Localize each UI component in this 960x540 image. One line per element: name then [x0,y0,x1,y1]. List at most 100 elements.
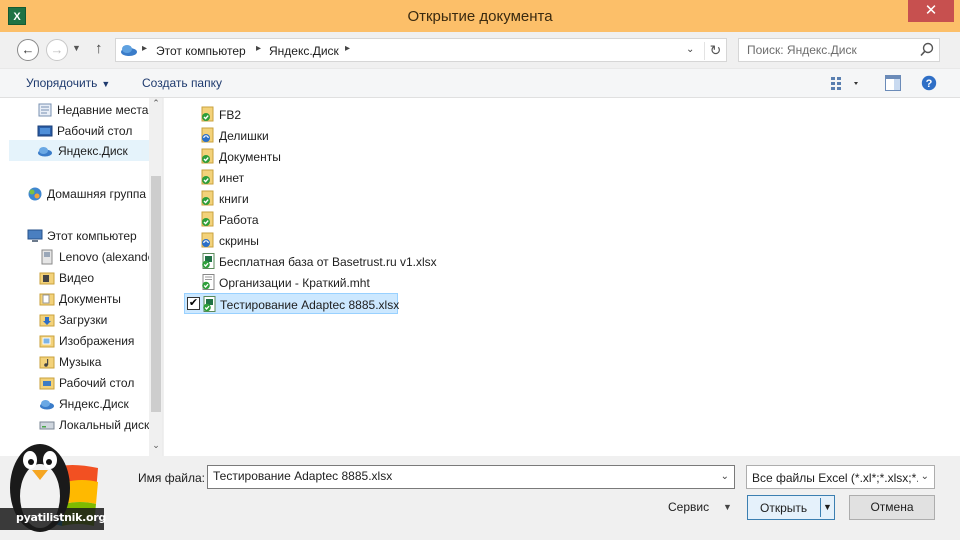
tools-menu[interactable]: Сервис [668,500,709,514]
recent-places-icon [38,103,52,117]
chevron-down-icon[interactable]: ⌄ [721,471,729,482]
file-list[interactable]: FB2 Делишки Документы инет книги Работа … [164,98,960,456]
watermark-logo: pyatilistnik.org [0,430,106,540]
filename-combobox[interactable]: ⌄ [207,465,735,489]
sidebar-item-video[interactable]: Видео [39,268,149,289]
list-item-skriny[interactable]: скрины [184,230,384,251]
new-folder-button[interactable]: Создать папку [142,76,222,90]
organize-label: Упорядочить [26,76,98,90]
list-item-knigi[interactable]: книги [184,188,384,209]
refresh-icon[interactable]: ↻ [704,42,726,60]
arrow-right-icon: → [50,42,64,57]
folder-synced-icon [201,148,214,164]
close-button[interactable]: ✕ [908,0,954,22]
computer-icon [27,229,43,242]
list-item-fb2[interactable]: FB2 [184,104,384,125]
address-dropdown-icon[interactable]: ⌄ [686,44,694,55]
sidebar-item-recent-places[interactable]: Недавние места [37,100,149,121]
yandex-disk-icon [121,45,137,56]
yandex-disk-icon [40,400,54,410]
breadcrumb-separator[interactable]: ▸ [256,43,261,54]
filename-input[interactable] [213,469,713,483]
sidebar-item-downloads[interactable]: Загрузки [39,310,149,331]
sidebar-item-label: Изображения [59,334,135,348]
sidebar-item-label: Музыка [59,355,102,369]
organize-menu[interactable]: Упорядочить ▼ [26,76,110,90]
folder-synced-icon [201,106,214,122]
file-type-select[interactable]: Все файлы Excel (*.xl*;*.xlsx;*.xl ⌄ [746,465,935,489]
sidebar-item-this-pc[interactable]: Этот компьютер [27,226,149,247]
scroll-up-arrow[interactable]: ⌃ [149,98,162,114]
caret-down-icon: ▼ [101,79,111,89]
back-button[interactable]: ← [17,39,39,61]
excel-file-icon [203,296,216,312]
file-name: Делишки [219,129,269,143]
sidebar-item-label: Видео [59,271,95,285]
sidebar-item-pictures[interactable]: Изображения [39,331,149,352]
window-title: Открытие документа [407,8,553,25]
file-name: Бесплатная база от Basetrust.ru v1.xlsx [219,255,437,269]
forward-button[interactable]: → [46,39,68,61]
sidebar-item-label: Документы [59,292,121,306]
scroll-thumb[interactable] [151,176,161,412]
view-options-icon[interactable] [830,75,862,91]
breadcrumb-separator[interactable]: ▸ [142,43,147,54]
folder-synced-icon [201,211,214,227]
chevron-down-icon[interactable]: ⌄ [921,471,929,482]
sidebar-scrollbar[interactable]: ⌃ ⌄ [149,98,162,456]
search-input[interactable] [747,43,907,57]
list-item-delishki[interactable]: Делишки [184,125,384,146]
sidebar-item-homegroup[interactable]: Домашняя группа [27,184,149,205]
breadcrumb-separator[interactable]: ▸ [345,43,350,54]
title-bar: X Открытие документа ✕ [0,0,960,32]
open-options-caret-icon[interactable]: ▼ [823,502,832,512]
downloads-folder-icon [39,314,55,327]
sidebar-item-yandex-disk[interactable]: Яндекс.Диск [9,140,149,161]
homegroup-icon [28,187,42,201]
open-button[interactable]: Открыть ▼ [747,495,835,520]
list-item-organizations-mht[interactable]: Организации - Краткий.mht [184,272,384,293]
file-type-value: Все файлы Excel (*.xl*;*.xlsx;*.xl [752,471,918,485]
list-item-rabota[interactable]: Работа [184,209,384,230]
address-row: ← → ▼ ↑ ▸ Этот компьютер ▸ Яндекс.Диск ▸… [0,32,960,68]
user-folder-icon [41,249,53,265]
file-name: Организации - Краткий.mht [219,276,370,290]
sidebar-item-label: Недавние места [57,103,149,117]
sidebar-item-music[interactable]: Музыка [39,352,149,373]
search-box[interactable] [738,38,940,62]
tools-caret-icon[interactable]: ▼ [723,502,732,512]
help-icon[interactable]: ? [921,75,937,91]
pictures-folder-icon [39,335,55,348]
file-name: Тестирование Adaptec 8885.xlsx [220,298,400,312]
recent-locations-dropdown[interactable]: ▼ [72,43,81,53]
selection-checkbox[interactable]: ✔ [187,297,200,310]
yandex-disk-icon [38,147,52,157]
split-divider [820,498,821,517]
folder-syncing-icon [201,232,214,248]
folder-synced-icon [201,169,214,185]
list-item-adaptec-xlsx[interactable]: ✔ Тестирование Adaptec 8885.xlsx [184,293,400,314]
sidebar-item-desktop[interactable]: Рабочий стол [37,121,149,142]
sidebar-item-yandex-disk-2[interactable]: Яндекс.Диск [39,394,149,415]
desktop-icon [37,125,53,137]
list-item-documents[interactable]: Документы [184,146,384,167]
desktop-folder-icon [39,377,55,390]
open-button-label: Открыть [760,501,808,515]
sidebar-item-lenovo[interactable]: Lenovo (alexande [39,247,154,268]
cancel-button[interactable]: Отмена [849,495,935,520]
sidebar-item-desktop-folder[interactable]: Рабочий стол [39,373,149,394]
scroll-down-arrow[interactable]: ⌄ [149,440,162,456]
folder-synced-icon [201,190,214,206]
preview-pane-icon[interactable] [885,75,901,91]
breadcrumb-this-pc[interactable]: Этот компьютер [156,44,246,58]
address-bar[interactable]: ▸ Этот компьютер ▸ Яндекс.Диск ▸ ⌄ ↻ [115,38,727,62]
sidebar-item-documents[interactable]: Документы [39,289,149,310]
up-button[interactable]: ↑ [95,40,103,57]
svg-text:?: ? [926,78,933,90]
list-item-basetrust-xlsx[interactable]: Бесплатная база от Basetrust.ru v1.xlsx [184,251,437,272]
list-item-inet[interactable]: инет [184,167,384,188]
breadcrumb-yandex-disk[interactable]: Яндекс.Диск [269,44,339,58]
search-icon[interactable] [919,41,935,59]
navigation-pane[interactable]: Недавние места Рабочий стол Яндекс.Диск … [0,98,163,456]
sidebar-item-label: Яндекс.Диск [58,144,128,158]
